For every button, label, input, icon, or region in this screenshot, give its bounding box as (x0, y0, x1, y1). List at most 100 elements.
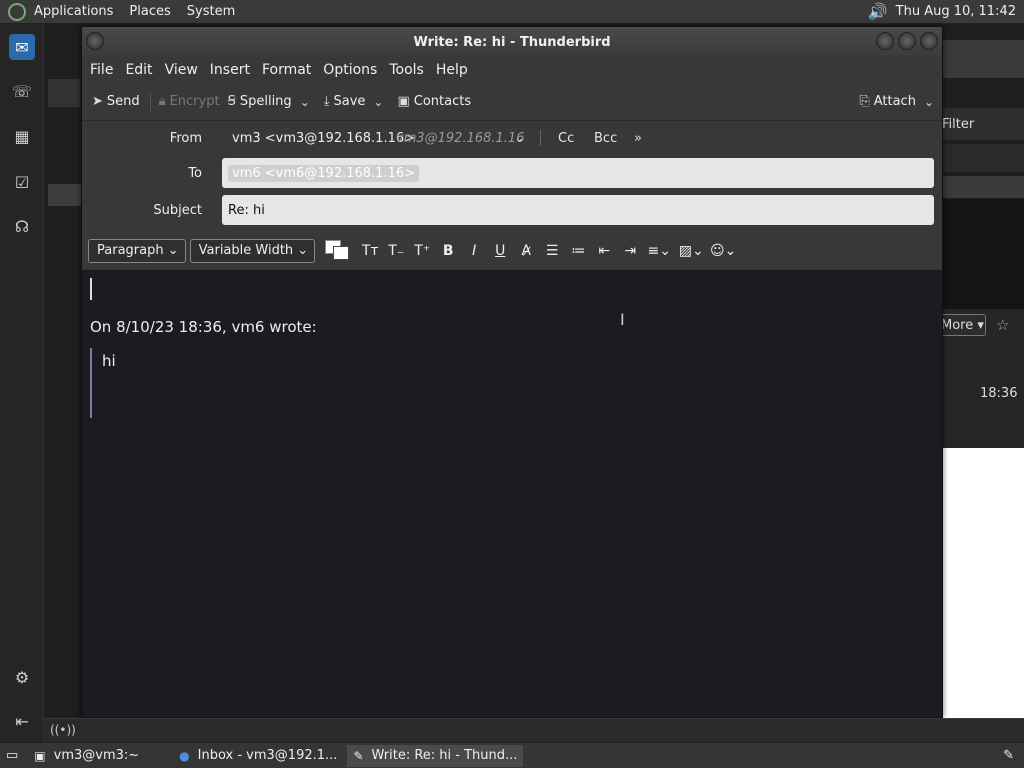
menubar: File Edit View Insert Format Options Too… (82, 57, 942, 83)
save-button[interactable]: ⤓ Save (324, 94, 366, 109)
show-desktop-icon[interactable]: ▭ (0, 745, 24, 767)
save-dropdown-icon[interactable]: ⌄ (373, 95, 383, 109)
format-toolbar: Paragraph ⌄ Variable Width ⌄ Tᴛ T₋ T⁺ B … (82, 231, 942, 271)
message-time: 18:36 (980, 386, 1018, 401)
task-compose[interactable]: ✎ Write: Re: hi - Thund... (347, 744, 524, 767)
send-icon: ➤ (92, 94, 103, 109)
clock[interactable]: Thu Aug 10, 11:42 (896, 4, 1024, 19)
spellcheck-icon: Ꞩ (227, 94, 236, 109)
applications-menu[interactable]: Applications (26, 4, 121, 19)
spaces-toolbar: ✉ ☏ ▦ ☑ ☊ ⚙ ⇤ (0, 24, 44, 742)
window-menu-button[interactable] (86, 32, 104, 50)
address-book-icon[interactable]: ☏ (9, 78, 35, 104)
menu-insert[interactable]: Insert (208, 62, 258, 78)
download-icon: ⤓ (323, 94, 330, 109)
volume-icon[interactable]: 🔊 (868, 2, 888, 21)
pencil-icon: ✎ (353, 748, 364, 763)
maximize-button[interactable] (898, 32, 916, 50)
to-label: To (188, 165, 202, 181)
minimize-button[interactable] (876, 32, 894, 50)
recipient-pill[interactable]: vm6 <vm6@192.168.1.16> (228, 164, 420, 182)
from-dropdown-icon[interactable]: ⌄ (514, 131, 525, 146)
attach-button[interactable]: ⎘ Attach (859, 94, 916, 109)
workspace-switcher-icon[interactable]: ✎ (997, 745, 1020, 767)
spelling-dropdown-icon[interactable]: ⌄ (300, 95, 310, 109)
compose-toolbar: ➤ Send 🔒︎ Encrypt Ꞩ Spelling ⌄ ⤓ Save ⌄ … (82, 83, 942, 121)
spelling-button[interactable]: Ꞩ Spelling (228, 94, 292, 109)
quoted-block: hi (90, 348, 116, 418)
emoji-icon[interactable]: ☺⌄ (707, 243, 739, 259)
compose-titlebar[interactable]: Write: Re: hi - Thunderbird (82, 27, 942, 57)
color-picker[interactable] (325, 239, 351, 262)
bcc-button[interactable]: Bcc (594, 131, 617, 146)
bg-selected-row[interactable] (942, 176, 1024, 198)
online-status-icon[interactable]: ((•)) (50, 723, 76, 737)
paragraph-select[interactable]: Paragraph ⌄ (88, 238, 186, 263)
align-icon[interactable]: ≡⌄ (643, 243, 675, 259)
from-row: From vm3 <vm3@192.168.1.16> vm3@192.168.… (82, 123, 942, 153)
from-select[interactable]: vm3 <vm3@192.168.1.16> (232, 131, 415, 146)
bullet-list-icon[interactable]: ☰ (539, 243, 565, 259)
bottom-taskbar: ▭ ▣ vm3@vm3:~ ● Inbox - vm3@192.1... ✎ W… (0, 742, 1024, 768)
system-menu[interactable]: System (179, 4, 243, 19)
filter-button[interactable]: Filter (942, 117, 974, 132)
menu-help[interactable]: Help (434, 62, 476, 78)
text-style-icon[interactable]: A̷ (513, 243, 539, 259)
bold-icon[interactable]: B (435, 243, 461, 259)
calendar-icon[interactable]: ▦ (9, 123, 35, 149)
menu-view[interactable]: View (163, 62, 206, 78)
star-icon[interactable]: ☆ (996, 316, 1009, 334)
increase-font-icon[interactable]: T⁺ (409, 243, 435, 259)
numbered-list-icon[interactable]: ≔ (565, 243, 591, 259)
subject-row: Subject Re: hi (82, 195, 942, 225)
menu-options[interactable]: Options (321, 62, 385, 78)
places-menu[interactable]: Places (121, 4, 178, 19)
task-terminal[interactable]: ▣ vm3@vm3:~ (28, 745, 145, 767)
mail-tab[interactable] (48, 79, 80, 107)
task-inbox[interactable]: ● Inbox - vm3@192.1... (173, 745, 343, 767)
tasks-icon[interactable]: ☑ (9, 169, 35, 195)
more-fields-icon[interactable]: » (634, 131, 642, 146)
close-button[interactable] (920, 32, 938, 50)
contacts-button[interactable]: ▣ Contacts (397, 94, 471, 109)
mail-space-icon[interactable]: ✉ (9, 34, 35, 60)
font-size-icon[interactable]: Tᴛ (357, 243, 383, 259)
settings-icon[interactable]: ⚙ (9, 664, 35, 690)
quoted-text: hi (102, 352, 116, 370)
message-body-editor[interactable]: On 8/10/23 18:36, vm6 wrote: hi I (82, 270, 942, 717)
font-select[interactable]: Variable Width ⌄ (189, 238, 316, 263)
subject-field[interactable]: Re: hi (222, 195, 934, 225)
menu-tools[interactable]: Tools (387, 62, 432, 78)
outdent-icon[interactable]: ⇤ (591, 243, 617, 259)
distro-logo-icon[interactable] (8, 2, 26, 21)
decrease-font-icon[interactable]: T₋ (383, 243, 409, 259)
collapse-icon[interactable]: ⇤ (9, 708, 35, 734)
cc-button[interactable]: Cc (558, 131, 574, 146)
insert-image-icon[interactable]: ▨⌄ (675, 243, 707, 259)
bg-message-body (942, 448, 1024, 718)
menu-edit[interactable]: Edit (123, 62, 160, 78)
from-address: vm3@192.168.1.16 (396, 130, 525, 146)
underline-icon[interactable]: U (487, 243, 513, 259)
compose-headers: From vm3 <vm3@192.168.1.16> vm3@192.168.… (82, 121, 942, 231)
more-button[interactable]: More ▾ (936, 314, 986, 336)
quote-header: On 8/10/23 18:36, vm6 wrote: (90, 318, 317, 336)
to-field[interactable]: vm6 <vm6@192.168.1.16> (222, 158, 934, 188)
send-button[interactable]: ➤ Send (92, 94, 140, 109)
to-row: To vm6 <vm6@192.168.1.16> (82, 158, 942, 188)
chat-icon[interactable]: ☊ (9, 213, 35, 239)
statusbar: ((•)) (44, 718, 1024, 742)
menu-format[interactable]: Format (260, 62, 319, 78)
bg-titlebar (942, 40, 1024, 78)
folder-row-selected[interactable] (48, 184, 82, 206)
menu-file[interactable]: File (88, 62, 121, 78)
bg-thread-pane (942, 199, 1024, 309)
thunderbird-icon: ● (179, 748, 190, 763)
indent-icon[interactable]: ⇥ (617, 243, 643, 259)
attach-dropdown-icon[interactable]: ⌄ (924, 95, 934, 109)
italic-icon[interactable]: I (461, 243, 487, 259)
text-cursor (90, 278, 92, 300)
bg-column-header (942, 144, 1024, 172)
encrypt-button[interactable]: 🔒︎ Encrypt (159, 94, 220, 109)
compose-window: Write: Re: hi - Thunderbird File Edit Vi… (81, 26, 943, 718)
